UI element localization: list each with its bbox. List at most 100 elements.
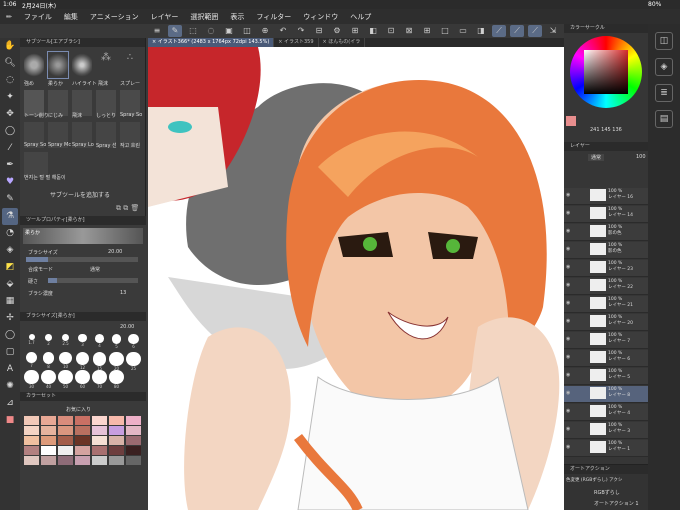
layer-row[interactable]: ◉ 100 % レイヤー 5 bbox=[564, 368, 648, 385]
color-swatch[interactable] bbox=[126, 436, 141, 445]
layer-row[interactable]: ◉ 100 % レイヤー 6 bbox=[564, 350, 648, 367]
layer-blend-select[interactable]: 通常 bbox=[588, 154, 605, 161]
eyedropper-icon[interactable]: ⁄ bbox=[2, 140, 18, 157]
menu-edit[interactable]: 編集 bbox=[58, 12, 84, 22]
eye-icon[interactable]: ◉ bbox=[566, 228, 572, 234]
color-swatch[interactable] bbox=[24, 436, 39, 445]
airbrush-icon[interactable]: ⚗ bbox=[2, 208, 18, 225]
current-color[interactable] bbox=[566, 116, 576, 126]
color-swatch[interactable] bbox=[109, 456, 124, 465]
menu-view[interactable]: 表示 bbox=[224, 12, 250, 22]
brush-size-option[interactable]: 2.5 bbox=[58, 334, 73, 350]
brush-size-option[interactable]: 80 bbox=[109, 370, 124, 389]
eye-icon[interactable]: ◉ bbox=[566, 408, 572, 414]
color-swatch[interactable] bbox=[58, 426, 73, 435]
canvas[interactable] bbox=[148, 47, 564, 510]
brush-size-option[interactable]: 4 bbox=[92, 334, 107, 350]
layer-row[interactable]: ◉ 100 % レイヤー 1 bbox=[564, 440, 648, 457]
layer-property-icon[interactable]: ◈ bbox=[655, 58, 673, 76]
layer-row[interactable]: ◉ 100 % レイヤー 22 bbox=[564, 278, 648, 295]
color-swatch[interactable] bbox=[92, 446, 107, 455]
hamburger-icon[interactable]: ≡ bbox=[150, 25, 164, 37]
pen-icon[interactable]: ✒ bbox=[2, 157, 18, 174]
colorset-name[interactable]: お気に入り bbox=[66, 406, 91, 413]
menu-filter[interactable]: フィルター bbox=[250, 12, 297, 22]
color-swatch[interactable] bbox=[75, 416, 90, 425]
eye-icon[interactable]: ◉ bbox=[566, 210, 572, 216]
brush-size-value[interactable]: 20.00 bbox=[108, 249, 122, 255]
lasso-select-icon[interactable]: ◯ bbox=[2, 123, 18, 140]
zoom-tool-icon[interactable]: 🔍︎ bbox=[2, 55, 18, 72]
color-swatch[interactable] bbox=[109, 446, 124, 455]
clear-icon[interactable]: ⊟ bbox=[312, 25, 326, 37]
transform-icon[interactable]: ⬚ bbox=[186, 25, 200, 37]
ruler-tool-icon[interactable]: ⊿ bbox=[2, 395, 18, 412]
settings-icon[interactable]: ⚙ bbox=[330, 25, 344, 37]
color-swatch[interactable] bbox=[75, 436, 90, 445]
eye-icon[interactable]: ◉ bbox=[566, 372, 572, 378]
color-swatch[interactable] bbox=[126, 456, 141, 465]
color-swatch[interactable] bbox=[75, 446, 90, 455]
color-swatch[interactable] bbox=[41, 416, 56, 425]
brush-size-option[interactable]: 40 bbox=[41, 370, 56, 389]
pencil-icon[interactable]: ✎ bbox=[2, 191, 18, 208]
brush-spray[interactable]: ∴ bbox=[120, 52, 140, 78]
heart-icon[interactable]: ♥ bbox=[2, 174, 18, 191]
brush-size-option[interactable]: 8 bbox=[41, 352, 56, 369]
brush-size-option[interactable]: 15 bbox=[92, 352, 107, 371]
figure-icon[interactable]: ◯ bbox=[2, 327, 18, 344]
layer-row[interactable]: ◉ 100 % 影の色 bbox=[564, 224, 648, 241]
text-icon[interactable]: A bbox=[2, 361, 18, 378]
border-icon[interactable]: ▭ bbox=[456, 25, 470, 37]
brush-size-option[interactable]: 7 bbox=[24, 352, 39, 368]
brush-size-option[interactable]: 60 bbox=[75, 370, 90, 389]
tab-illust-359[interactable]: × イラスト359 bbox=[274, 38, 319, 47]
menu-window[interactable]: ウィンドウ bbox=[297, 12, 344, 22]
brush-size-option[interactable]: 30 bbox=[24, 370, 39, 389]
eye-icon[interactable]: ◉ bbox=[566, 318, 572, 324]
export-icon[interactable]: ⇲ bbox=[546, 25, 560, 37]
lasso-icon[interactable]: ◌ bbox=[204, 25, 218, 37]
brush-splash[interactable]: ⁂ bbox=[96, 52, 116, 78]
eye-icon[interactable]: ◉ bbox=[566, 390, 572, 396]
menu-file[interactable]: ファイル bbox=[18, 12, 58, 22]
stroke-correct-icon[interactable]: ⟋ bbox=[492, 25, 506, 37]
undo-icon[interactable]: ↶ bbox=[276, 25, 290, 37]
layer-row[interactable]: ◉ 100 % 影の色 bbox=[564, 242, 648, 259]
auto-action-set[interactable]: 色変更 (RGBずらし) アクシ bbox=[566, 477, 622, 483]
subtool-footer-icons[interactable]: ⧉ ⧉ 🗑︎ bbox=[116, 204, 139, 213]
frame-icon[interactable]: ▢ bbox=[2, 344, 18, 361]
layer-opacity[interactable]: 100 bbox=[636, 154, 646, 160]
hardness-slider[interactable] bbox=[48, 278, 138, 283]
pen-mode-icon[interactable]: ✎ bbox=[168, 25, 182, 37]
color-swatch[interactable] bbox=[92, 416, 107, 425]
magic-wand-icon[interactable]: ✦ bbox=[2, 89, 18, 106]
selection-icon[interactable]: ⊡ bbox=[384, 25, 398, 37]
color-swatch[interactable] bbox=[75, 456, 90, 465]
color-swatch[interactable] bbox=[109, 426, 124, 435]
layer-row[interactable]: ◉ 100 % レイヤー 21 bbox=[564, 296, 648, 313]
invert-icon[interactable]: ◨ bbox=[474, 25, 488, 37]
move-icon[interactable]: ✥ bbox=[2, 106, 18, 123]
eye-icon[interactable]: ◉ bbox=[566, 282, 572, 288]
brush-soft[interactable] bbox=[47, 51, 69, 79]
color-swatch[interactable] bbox=[41, 426, 56, 435]
color-swap-icon[interactable]: ■ bbox=[2, 412, 18, 429]
gradient-icon[interactable]: ▦ bbox=[2, 293, 18, 310]
layer-row[interactable]: ◉ 100 % レイヤー 23 bbox=[564, 260, 648, 277]
brush-size-option[interactable]: 1.7 bbox=[24, 334, 39, 350]
color-swatch[interactable] bbox=[109, 436, 124, 445]
balloon-icon[interactable]: ✺ bbox=[2, 378, 18, 395]
layer-row[interactable]: ◉ 100 % レイヤー 16 bbox=[564, 188, 648, 205]
fill-tool-icon[interactable]: ⬙ bbox=[2, 276, 18, 293]
eraser-icon[interactable]: ◫ bbox=[240, 25, 254, 37]
color-swatch[interactable] bbox=[126, 446, 141, 455]
decoration-icon[interactable]: ◩ bbox=[2, 259, 18, 276]
eye-icon[interactable]: ◉ bbox=[566, 264, 572, 270]
menu-selection[interactable]: 選択範囲 bbox=[184, 12, 224, 22]
eye-icon[interactable]: ◉ bbox=[566, 354, 572, 360]
eye-icon[interactable]: ◉ bbox=[566, 444, 572, 450]
color-swatch[interactable] bbox=[24, 446, 39, 455]
color-square[interactable] bbox=[584, 50, 628, 94]
layer-row[interactable]: ◉ 100 % レイヤー 7 bbox=[564, 332, 648, 349]
